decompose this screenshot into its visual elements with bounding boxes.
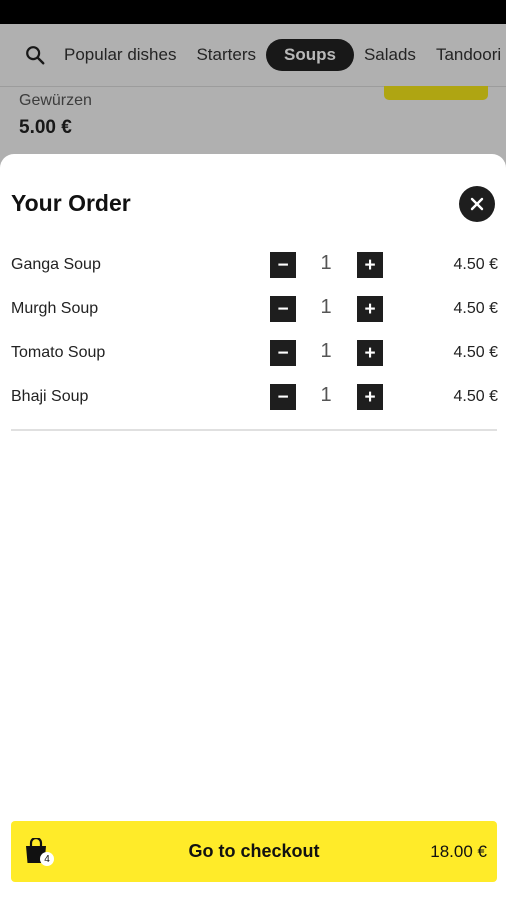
order-sheet: Your Order Ganga Soup − 1 + 4.50 € Murgh… [0,154,506,900]
order-item-price: 4.50 € [453,256,498,273]
increase-quantity-button[interactable]: + [357,252,383,278]
order-item-name: Bhaji Soup [11,388,89,405]
decrease-quantity-button[interactable]: − [270,252,296,278]
order-item-name: Murgh Soup [11,300,99,317]
quantity-value: 1 [320,296,332,318]
checkout-total: 18.00 € [430,842,487,861]
checkout-button[interactable]: 4 Go to checkout 18.00 € [11,821,497,882]
checkout-label: Go to checkout [188,841,320,861]
order-row: Tomato Soup − 1 + 4.50 € [0,332,506,376]
order-row: Murgh Soup − 1 + 4.50 € [0,288,506,332]
sheet-title: Your Order [11,190,131,216]
decrease-quantity-button[interactable]: − [270,384,296,410]
quantity-value: 1 [320,252,332,274]
divider [11,429,497,431]
increase-quantity-button[interactable]: + [357,296,383,322]
order-row: Ganga Soup − 1 + 4.50 € [0,244,506,288]
decrease-quantity-button[interactable]: − [270,296,296,322]
order-item-name: Ganga Soup [11,256,101,273]
order-row: Bhaji Soup − 1 + 4.50 € [0,376,506,420]
order-item-price: 4.50 € [453,388,498,405]
close-icon [470,197,484,211]
order-item-name: Tomato Soup [11,344,106,361]
order-list: Ganga Soup − 1 + 4.50 € Murgh Soup − 1 +… [0,244,506,420]
decrease-quantity-button[interactable]: − [270,340,296,366]
order-item-price: 4.50 € [453,344,498,361]
quantity-value: 1 [320,384,332,406]
increase-quantity-button[interactable]: + [357,340,383,366]
close-button[interactable] [459,186,495,222]
status-bar [0,0,506,24]
order-item-price: 4.50 € [453,300,498,317]
quantity-value: 1 [320,340,332,362]
increase-quantity-button[interactable]: + [357,384,383,410]
